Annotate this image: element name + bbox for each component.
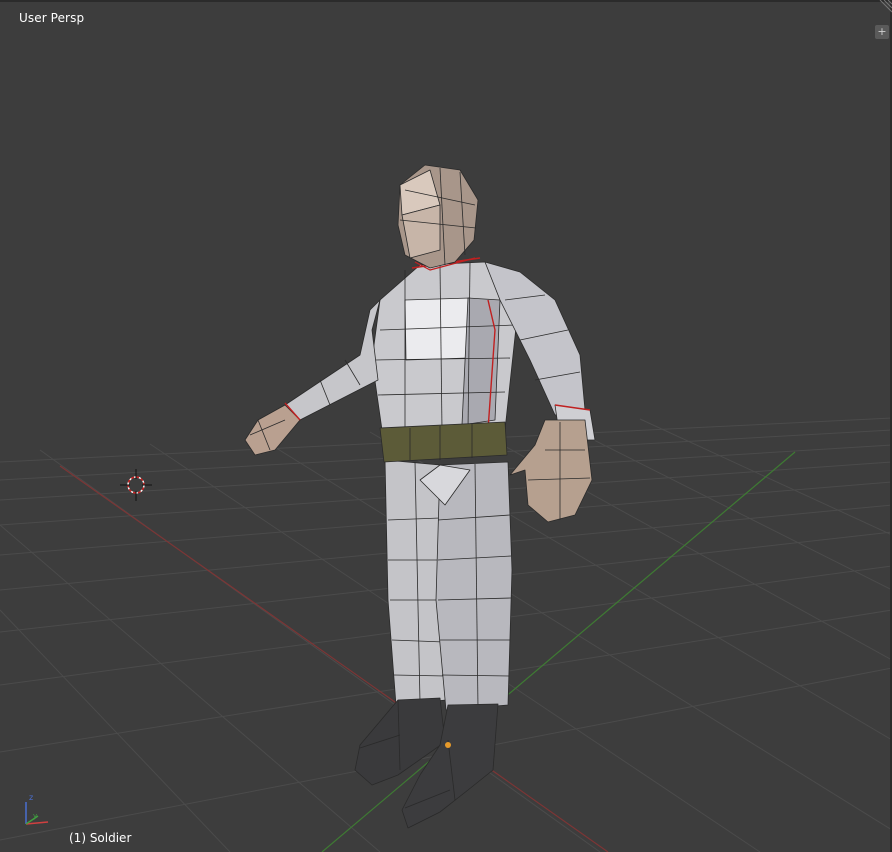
view-mode-label: User Persp <box>19 11 85 25</box>
svg-text:z: z <box>29 793 33 802</box>
svg-text:y: y <box>33 812 37 820</box>
corner-grip-icon[interactable] <box>876 0 892 16</box>
axis-gizmo-icon: z y <box>25 793 49 825</box>
active-object-label: (1) Soldier <box>69 831 132 845</box>
belt <box>379 421 508 463</box>
viewport-top-border <box>0 0 892 2</box>
right-hand <box>509 419 593 523</box>
viewport-scene[interactable] <box>0 0 892 852</box>
origin-dot <box>445 742 451 748</box>
3d-cursor-icon[interactable] <box>120 469 152 501</box>
soldier-model[interactable] <box>244 164 596 829</box>
plus-icon[interactable]: + <box>875 25 889 39</box>
left-arm <box>284 299 381 421</box>
3d-viewport[interactable]: User Persp + z y (1) Soldier <box>0 0 892 852</box>
